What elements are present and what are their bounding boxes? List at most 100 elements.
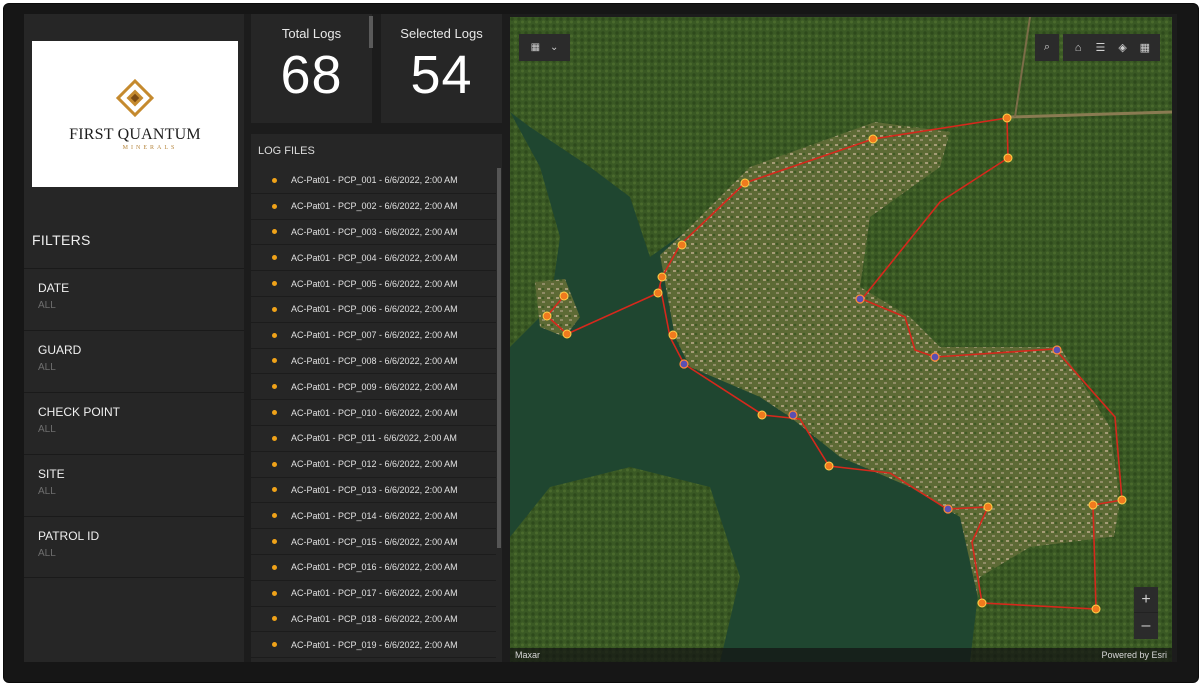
status-dot-icon	[272, 358, 277, 364]
log-files-title: LOG FILES	[258, 145, 315, 157]
log-list-item[interactable]: AC-Pat01 - PCP_014 - 6/6/2022, 2:00 AM	[251, 503, 496, 530]
log-entry-text: AC-Pat01 - PCP_008 - 6/6/2022, 2:00 AM	[291, 355, 458, 366]
status-dot-icon	[272, 281, 277, 287]
status-dot-icon	[272, 229, 277, 235]
log-list-item[interactable]: AC-Pat01 - PCP_002 - 6/6/2022, 2:00 AM	[251, 194, 496, 220]
status-dot-icon	[272, 564, 277, 570]
log-entry-text: AC-Pat01 - PCP_004 - 6/6/2022, 2:00 AM	[291, 252, 458, 263]
log-list-item[interactable]: AC-Pat01 - PCP_004 - 6/6/2022, 2:00 AM	[251, 245, 496, 272]
log-list: AC-Pat01 - PCP_001 - 6/6/2022, 2:00 AM AC…	[251, 168, 496, 659]
log-list-item[interactable]: AC-Pat01 - PCP_006 - 6/6/2022, 2:00 AM	[251, 297, 496, 323]
chevron-down-icon: ⌄	[550, 42, 559, 53]
log-entry-text: AC-Pat01 - PCP_001 - 6/6/2022, 2:00 AM	[291, 175, 458, 186]
map-attribution: Maxar Powered by Esri	[510, 648, 1172, 662]
status-dot-icon	[272, 255, 277, 261]
zoom-in-button[interactable]: +	[1134, 587, 1158, 613]
status-dot-icon	[272, 539, 277, 545]
filter-sidebar: FIRST QUANTUM MINERALS FILTERS DATE ALL …	[24, 14, 244, 662]
logo-mark-icon	[115, 78, 155, 117]
dashboard-screen: FIRST QUANTUM MINERALS FILTERS DATE ALL …	[24, 14, 1177, 662]
logo-title: FIRST QUANTUM	[69, 125, 201, 143]
status-dot-icon	[272, 384, 277, 390]
filter-date[interactable]: DATE ALL	[24, 268, 244, 330]
patrol-map[interactable]: ▦ ⌄ ⌕ ⌂ ☰ ◈ ▦ + – Maxar Powered by Esri	[510, 17, 1172, 662]
log-entry-text: AC-Pat01 - PCP_003 - 6/6/2022, 2:00 AM	[291, 226, 458, 237]
log-list-item[interactable]: AC-Pat01 - PCP_005 - 6/6/2022, 2:00 AM	[251, 271, 496, 297]
zoom-out-button[interactable]: –	[1134, 613, 1158, 639]
filter-check-point[interactable]: CHECK POINT ALL	[24, 392, 244, 454]
attribution-source: Maxar	[515, 650, 541, 660]
log-entry-text: AC-Pat01 - PCP_019 - 6/6/2022, 2:00 AM	[291, 639, 458, 650]
selected-logs-value: 54	[410, 45, 473, 105]
log-entry-text: AC-Pat01 - PCP_009 - 6/6/2022, 2:00 AM	[291, 381, 458, 392]
status-dot-icon	[272, 435, 277, 441]
log-list-scrollbar[interactable]	[497, 168, 501, 548]
selected-logs-card: Selected Logs 54	[381, 14, 502, 123]
log-entry-text: AC-Pat01 - PCP_005 - 6/6/2022, 2:00 AM	[291, 278, 458, 289]
filter-value: ALL	[38, 548, 56, 559]
search-button[interactable]: ⌕	[1035, 34, 1059, 61]
total-logs-label: Total Logs	[281, 26, 342, 41]
log-entry-text: AC-Pat01 - PCP_014 - 6/6/2022, 2:00 AM	[291, 510, 458, 521]
filter-list: DATE ALL GUARD ALL CHECK POINT ALL SITE …	[24, 268, 244, 578]
status-dot-icon	[272, 203, 277, 209]
log-list-item[interactable]: AC-Pat01 - PCP_015 - 6/6/2022, 2:00 AM	[251, 529, 496, 555]
log-list-item[interactable]: AC-Pat01 - PCP_018 - 6/6/2022, 2:00 AM	[251, 607, 496, 633]
selected-logs-label: Selected Logs	[400, 26, 483, 41]
log-entry-text: AC-Pat01 - PCP_018 - 6/6/2022, 2:00 AM	[291, 613, 458, 624]
log-list-item[interactable]: AC-Pat01 - PCP_019 - 6/6/2022, 2:00 AM	[251, 632, 496, 659]
filter-value: ALL	[38, 300, 56, 311]
log-entry-text: AC-Pat01 - PCP_002 - 6/6/2022, 2:00 AM	[291, 201, 458, 212]
filter-patrol-id[interactable]: PATROL ID ALL	[24, 516, 244, 578]
satellite-imagery	[510, 17, 1172, 662]
filter-label: GUARD	[38, 343, 82, 357]
filter-guard[interactable]: GUARD ALL	[24, 330, 244, 392]
filter-value: ALL	[38, 486, 56, 497]
log-list-item[interactable]: AC-Pat01 - PCP_012 - 6/6/2022, 2:00 AM	[251, 452, 496, 478]
widget-toggle-button[interactable]: ▦ ⌄	[519, 34, 570, 61]
log-list-item[interactable]: AC-Pat01 - PCP_016 - 6/6/2022, 2:00 AM	[251, 555, 496, 581]
kpi-scrollbar[interactable]	[369, 16, 373, 48]
log-files-panel: LOG FILES AC-Pat01 - PCP_001 - 6/6/2022,…	[251, 134, 502, 662]
status-dot-icon	[272, 410, 277, 416]
log-entry-text: AC-Pat01 - PCP_011 - 6/6/2022, 2:00 AM	[291, 433, 457, 444]
log-list-item[interactable]: AC-Pat01 - PCP_007 - 6/6/2022, 2:00 AM	[251, 323, 496, 349]
log-list-item[interactable]: AC-Pat01 - PCP_017 - 6/6/2022, 2:00 AM	[251, 581, 496, 607]
log-list-item[interactable]: AC-Pat01 - PCP_013 - 6/6/2022, 2:00 AM	[251, 478, 496, 504]
status-dot-icon	[272, 177, 277, 183]
filter-value: ALL	[38, 424, 56, 435]
log-entry-text: AC-Pat01 - PCP_012 - 6/6/2022, 2:00 AM	[291, 459, 458, 470]
log-list-item[interactable]: AC-Pat01 - PCP_001 - 6/6/2022, 2:00 AM	[251, 168, 496, 194]
log-entry-text: AC-Pat01 - PCP_007 - 6/6/2022, 2:00 AM	[291, 330, 458, 341]
log-list-item[interactable]: AC-Pat01 - PCP_009 - 6/6/2022, 2:00 AM	[251, 374, 496, 401]
log-entry-text: AC-Pat01 - PCP_010 - 6/6/2022, 2:00 AM	[291, 407, 458, 418]
total-logs-card: Total Logs 68	[251, 14, 372, 123]
log-list-item[interactable]: AC-Pat01 - PCP_010 - 6/6/2022, 2:00 AM	[251, 400, 496, 426]
home-icon[interactable]: ⌂	[1069, 42, 1087, 54]
log-entry-text: AC-Pat01 - PCP_016 - 6/6/2022, 2:00 AM	[291, 562, 458, 573]
filter-label: SITE	[38, 467, 65, 481]
forest-south	[510, 467, 740, 662]
log-entry-text: AC-Pat01 - PCP_015 - 6/6/2022, 2:00 AM	[291, 536, 458, 547]
attribution-powered-by: Powered by Esri	[1101, 650, 1167, 660]
status-dot-icon	[272, 461, 277, 467]
company-logo: FIRST QUANTUM MINERALS	[32, 41, 238, 187]
filter-label: PATROL ID	[38, 529, 100, 543]
log-list-item[interactable]: AC-Pat01 - PCP_008 - 6/6/2022, 2:00 AM	[251, 349, 496, 375]
basemap-gallery-icon[interactable]: ▦	[1136, 41, 1154, 54]
map-tools-bar: ⌂ ☰ ◈ ▦	[1063, 34, 1160, 61]
list-icon[interactable]: ☰	[1091, 41, 1109, 54]
filter-site[interactable]: SITE ALL	[24, 454, 244, 516]
search-icon: ⌕	[1043, 41, 1051, 53]
status-dot-icon	[272, 642, 277, 648]
status-dot-icon	[272, 487, 277, 493]
layers-icon[interactable]: ◈	[1114, 41, 1132, 54]
log-list-item[interactable]: AC-Pat01 - PCP_003 - 6/6/2022, 2:00 AM	[251, 220, 496, 246]
widget-icon: ▦	[530, 42, 541, 53]
filter-label: CHECK POINT	[38, 405, 121, 419]
log-list-item[interactable]: AC-Pat01 - PCP_011 - 6/6/2022, 2:00 AM	[251, 426, 496, 452]
log-entry-text: AC-Pat01 - PCP_017 - 6/6/2022, 2:00 AM	[291, 588, 458, 599]
filter-value: ALL	[38, 362, 56, 373]
total-logs-value: 68	[280, 45, 343, 105]
filter-label: DATE	[38, 281, 70, 295]
